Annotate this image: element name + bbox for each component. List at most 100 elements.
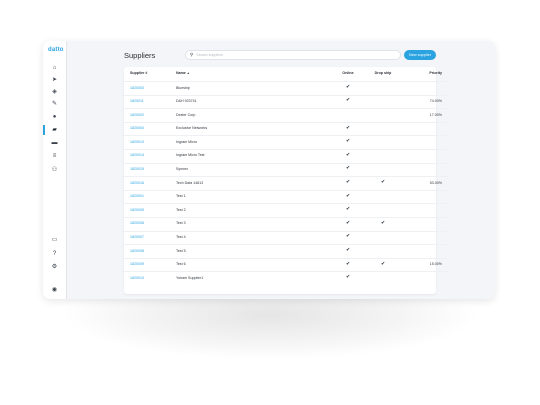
priority-value: 15.00% (406, 258, 448, 273)
online-check-icon: ✔ (345, 207, 351, 213)
supplier-name: Test 5 (176, 244, 336, 259)
search-input[interactable] (193, 51, 377, 59)
sort-ascending-icon: ▲ (186, 71, 190, 76)
priority-value (406, 190, 448, 205)
table-row[interactable]: 1820009 Test 6 ✔ ✔ 15.00% (124, 258, 448, 273)
supplier-number-link[interactable]: 1820011 (124, 95, 176, 110)
supplier-name: Tech Data 14813 (176, 176, 336, 191)
supplier-number-link[interactable]: 1820007 (124, 231, 176, 246)
drop-ship-cell (360, 190, 406, 205)
supplier-number-link[interactable]: 1820009 (124, 258, 176, 273)
datto-logo: datto (48, 47, 64, 53)
supplier-number-link[interactable]: 1820001 (124, 190, 176, 205)
online-cell: ✔ (336, 95, 360, 110)
online-check-icon: ✔ (345, 180, 351, 186)
table-row[interactable]: 1820011 D&H 923741 ✔ 74.00% (124, 95, 448, 110)
inbox-icon[interactable]: ▬ (43, 138, 66, 148)
table-row[interactable]: 1820013 Ingram Micro ✔ (124, 135, 448, 150)
pencil-icon[interactable]: ✎ (43, 99, 66, 109)
priority-value: 74.00% (406, 95, 448, 110)
priority-value (406, 217, 448, 232)
table-row[interactable]: 1820014 Ingram Micro Test ✔ (124, 149, 448, 164)
priority-value (406, 135, 448, 150)
online-check-icon: ✔ (345, 166, 351, 172)
folder-icon[interactable]: ▰ (43, 125, 66, 135)
drop-ship-cell (360, 244, 406, 259)
supplier-name: Ingram Micro (176, 135, 336, 150)
table-row[interactable]: 1820005 Test 2 ✔ (124, 203, 448, 218)
supplier-name: Synnex (176, 163, 336, 178)
table-row[interactable]: 1820015 Synnex ✔ (124, 163, 448, 178)
table-header-row: Supplier # Name ▲ Online Drop ship Prior… (124, 67, 448, 82)
column-header-online[interactable]: Online (336, 67, 360, 82)
card-icon[interactable]: ▭ (43, 235, 66, 245)
online-cell: ✔ (336, 122, 360, 137)
drop-ship-cell: ✔ (360, 217, 406, 232)
online-cell: ✔ (336, 231, 360, 246)
search-box[interactable]: ⚲ (185, 50, 401, 60)
online-cell: ✔ (336, 190, 360, 205)
table-row[interactable]: 1820006 Test 3 ✔ ✔ (124, 217, 448, 232)
table-row[interactable]: 1820016 Tech Data 14813 ✔ ✔ 53.00% (124, 176, 448, 191)
supplier-name: Test 1 (176, 190, 336, 205)
supplier-number-link[interactable]: 1820010 (124, 272, 176, 285)
users-icon[interactable]: ⚇ (43, 165, 66, 175)
column-header-name[interactable]: Name ▲ (176, 67, 336, 82)
user-icon[interactable]: ● (43, 112, 66, 122)
drop-ship-cell: ✔ (360, 258, 406, 273)
account-icon[interactable]: ◉ (43, 285, 66, 295)
supplier-number-link[interactable]: 1820006 (124, 217, 176, 232)
drop-ship-cell (360, 272, 406, 285)
supplier-number-link[interactable]: 1820016 (124, 176, 176, 191)
list-icon[interactable]: ≡ (43, 151, 66, 161)
drop-ship-cell (360, 149, 406, 164)
supplier-number-link[interactable]: 1820015 (124, 163, 176, 178)
column-header-priority[interactable]: Priority (406, 67, 448, 82)
online-check-icon: ✔ (345, 261, 351, 267)
new-supplier-button[interactable]: New supplier (404, 50, 436, 60)
drop-ship-cell (360, 108, 406, 123)
suppliers-table: Supplier # Name ▲ Online Drop ship Prior… (124, 67, 448, 285)
priority-value (406, 272, 448, 285)
column-header-drop-ship[interactable]: Drop ship (360, 67, 406, 82)
settings-icon[interactable]: ⚙ (43, 262, 66, 272)
column-header-supplier-number[interactable]: Supplier # (124, 67, 176, 82)
table-row[interactable]: 1820003 Blueship ✔ (124, 81, 448, 96)
online-cell: ✔ (336, 272, 360, 285)
online-check-icon: ✔ (345, 84, 351, 90)
table-row[interactable]: 1820004 Exclusive Networks ✔ (124, 122, 448, 137)
page-title: Suppliers (124, 51, 156, 60)
drop-ship-check-icon: ✔ (380, 180, 386, 186)
drop-ship-cell: ✔ (360, 176, 406, 191)
online-cell: ✔ (336, 244, 360, 259)
supplier-name: Test 6 (176, 258, 336, 273)
main-content: Suppliers ⚲ New supplier Supplier # Name… (66, 41, 495, 299)
table-row[interactable]: 1820001 Test 1 ✔ (124, 190, 448, 205)
suppliers-table-card: Supplier # Name ▲ Online Drop ship Prior… (124, 67, 448, 294)
supplier-number-link[interactable]: 1820005 (124, 203, 176, 218)
table-row[interactable]: 1820002 Dexter Corp 17.00% (124, 108, 448, 123)
supplier-number-link[interactable]: 1820004 (124, 122, 176, 137)
tag-icon[interactable]: ◈ (43, 87, 66, 97)
supplier-name: Blueship (176, 81, 336, 96)
online-cell: ✔ (336, 135, 360, 150)
drop-ship-cell (360, 231, 406, 246)
supplier-name: Dexter Corp (176, 108, 336, 123)
drop-ship-cell (360, 163, 406, 178)
table-row[interactable]: 1820010 Yoham Supplier1 ✔ (124, 272, 448, 285)
help-icon[interactable]: ? (43, 249, 66, 259)
home-icon[interactable]: ⌂ (43, 63, 66, 73)
online-cell: ✔ (336, 81, 360, 96)
supplier-number-link[interactable]: 1820014 (124, 149, 176, 164)
online-check-icon: ✔ (345, 125, 351, 131)
supplier-name: D&H 923741 (176, 95, 336, 110)
supplier-number-link[interactable]: 1820003 (124, 81, 176, 96)
supplier-number-link[interactable]: 1820013 (124, 135, 176, 150)
send-icon[interactable]: ➤ (43, 75, 66, 85)
supplier-number-link[interactable]: 1820002 (124, 108, 176, 123)
supplier-number-link[interactable]: 1820008 (124, 244, 176, 259)
priority-value (406, 163, 448, 178)
table-row[interactable]: 1820007 Test 4 ✔ (124, 231, 448, 246)
priority-value (406, 231, 448, 246)
table-row[interactable]: 1820008 Test 5 ✔ (124, 244, 448, 259)
